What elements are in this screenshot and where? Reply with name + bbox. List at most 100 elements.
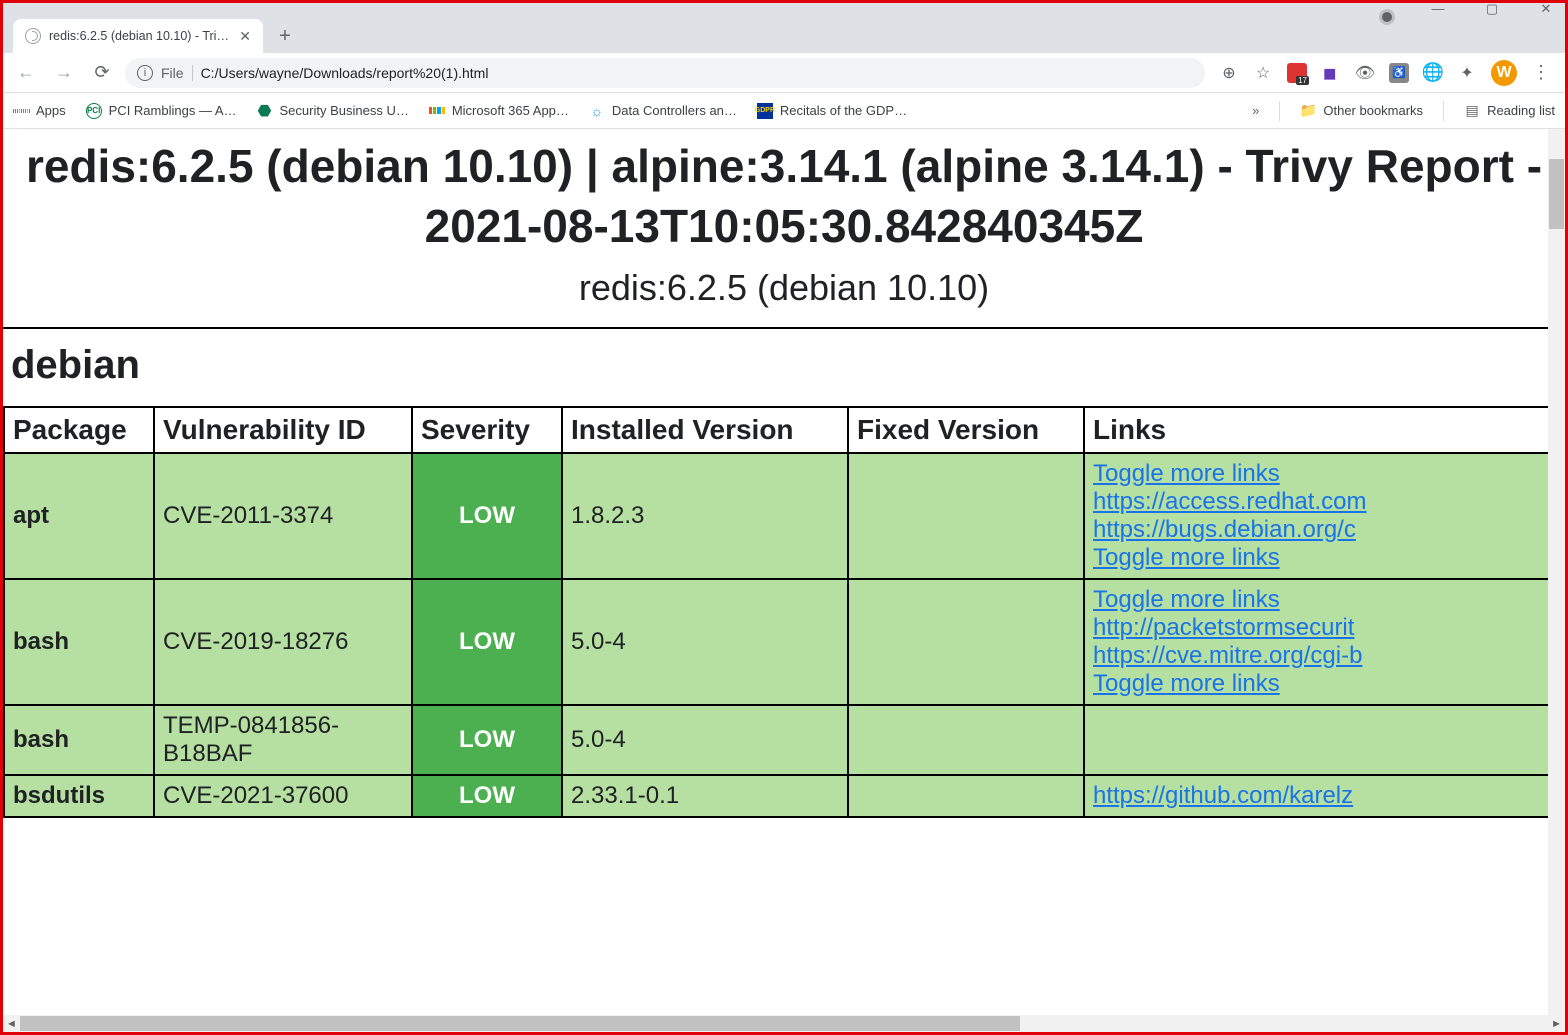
other-bookmarks-label: Other bookmarks bbox=[1323, 103, 1423, 118]
omnibox-separator bbox=[192, 65, 193, 81]
cell-links: https://github.com/karelz bbox=[1084, 775, 1564, 817]
col-vulnerability-id: Vulnerability ID bbox=[154, 407, 412, 453]
bookmark-item-data-controllers[interactable]: ☼ Data Controllers an… bbox=[589, 103, 737, 119]
cell-package: bash bbox=[4, 579, 154, 705]
vuln-link[interactable]: https://bugs.debian.org/c bbox=[1093, 516, 1555, 544]
vuln-link[interactable]: http://packetstormsecurit bbox=[1093, 614, 1555, 642]
bookmark-label: Recitals of the GDP… bbox=[780, 103, 907, 118]
eu-flag-icon: GDPR bbox=[757, 103, 773, 119]
table-row: aptCVE-2011-3374LOW1.8.2.3Toggle more li… bbox=[4, 453, 1564, 579]
reload-button[interactable]: ⟳ bbox=[87, 62, 117, 83]
col-links: Links bbox=[1084, 407, 1564, 453]
microsoft-icon bbox=[429, 103, 445, 119]
address-bar[interactable]: i File C:/Users/wayne/Downloads/report%2… bbox=[125, 58, 1205, 88]
col-fixed-version: Fixed Version bbox=[848, 407, 1084, 453]
forward-button[interactable]: → bbox=[49, 62, 79, 83]
extension-globe-icon[interactable]: 🌐 bbox=[1423, 63, 1443, 83]
reading-list-label: Reading list bbox=[1487, 103, 1555, 118]
bookmark-label: Security Business U… bbox=[280, 103, 409, 118]
cell-vulnerability-id: CVE-2021-37600 bbox=[154, 775, 412, 817]
cell-package: apt bbox=[4, 453, 154, 579]
cell-vulnerability-id: CVE-2019-18276 bbox=[154, 579, 412, 705]
vuln-link[interactable]: Toggle more links bbox=[1093, 544, 1555, 572]
extensions-button[interactable]: ✦ bbox=[1457, 63, 1477, 83]
scroll-right-arrow[interactable]: ► bbox=[1548, 1018, 1565, 1030]
reading-list-button[interactable]: ▤ Reading list bbox=[1464, 103, 1555, 119]
extension-teams-icon[interactable] bbox=[1287, 63, 1307, 83]
vuln-link[interactable]: https://cve.mitre.org/cgi-b bbox=[1093, 642, 1555, 670]
url-path: C:/Users/wayne/Downloads/report%20(1).ht… bbox=[201, 65, 489, 81]
bookmark-item-m365[interactable]: Microsoft 365 App… bbox=[429, 103, 569, 119]
cell-fixed-version bbox=[848, 705, 1084, 775]
col-installed-version: Installed Version bbox=[562, 407, 848, 453]
cell-package: bash bbox=[4, 705, 154, 775]
table-row: bsdutilsCVE-2021-37600LOW2.33.1-0.1https… bbox=[4, 775, 1564, 817]
cell-links bbox=[1084, 705, 1564, 775]
cell-severity: LOW bbox=[412, 705, 562, 775]
bookmark-label: PCI Ramblings — A… bbox=[109, 103, 237, 118]
back-button[interactable]: ← bbox=[11, 62, 41, 83]
vuln-link[interactable]: Toggle more links bbox=[1093, 670, 1555, 698]
horizontal-scrollbar[interactable]: ◄ ► bbox=[3, 1015, 1565, 1032]
zoom-icon[interactable]: ⊕ bbox=[1219, 63, 1239, 83]
vertical-scroll-thumb[interactable] bbox=[1549, 159, 1564, 229]
report-main-title: redis:6.2.5 (debian 10.10) | alpine:3.14… bbox=[3, 129, 1565, 263]
bookmarks-divider bbox=[1443, 101, 1444, 121]
cell-fixed-version bbox=[848, 775, 1084, 817]
horizontal-scroll-thumb[interactable] bbox=[20, 1016, 1020, 1031]
bookmark-item-gdpr[interactable]: GDPR Recitals of the GDP… bbox=[757, 103, 907, 119]
table-row: bashTEMP-0841856-B18BAFLOW5.0-4 bbox=[4, 705, 1564, 775]
tab-close-button[interactable]: ✕ bbox=[239, 28, 251, 45]
profile-avatar[interactable]: W bbox=[1491, 60, 1517, 86]
apps-grid-icon bbox=[13, 103, 29, 119]
bookmark-label: Data Controllers an… bbox=[612, 103, 737, 118]
reading-list-icon: ▤ bbox=[1464, 103, 1480, 119]
vertical-scrollbar[interactable] bbox=[1548, 129, 1565, 1015]
url-scheme-label: File bbox=[161, 65, 184, 81]
extension-eye-icon[interactable]: 👁 bbox=[1355, 63, 1375, 83]
apps-label: Apps bbox=[36, 103, 66, 118]
vuln-link[interactable]: Toggle more links bbox=[1093, 586, 1555, 614]
bookmarks-bar: Apps PCI PCI Ramblings — A… ⬣ Security B… bbox=[3, 93, 1565, 129]
new-tab-button[interactable]: + bbox=[271, 22, 299, 50]
titlebar: ― ▢ ✕ bbox=[3, 3, 1565, 13]
folder-icon: 📁 bbox=[1300, 103, 1316, 119]
toolbar: ← → ⟳ i File C:/Users/wayne/Downloads/re… bbox=[3, 53, 1565, 93]
scroll-left-arrow[interactable]: ◄ bbox=[3, 1018, 20, 1030]
globe-favicon-icon bbox=[25, 28, 41, 44]
cell-vulnerability-id: TEMP-0841856-B18BAF bbox=[154, 705, 412, 775]
cell-installed-version: 2.33.1-0.1 bbox=[562, 775, 848, 817]
tab-title: redis:6.2.5 (debian 10.10) - Trivy R bbox=[49, 29, 231, 43]
apps-shortcut[interactable]: Apps bbox=[13, 103, 66, 119]
col-severity: Severity bbox=[412, 407, 562, 453]
site-info-icon[interactable]: i bbox=[137, 65, 153, 81]
cell-links: Toggle more linkshttps://access.redhat.c… bbox=[1084, 453, 1564, 579]
extension-diamond-icon[interactable]: ◆ bbox=[1317, 58, 1345, 86]
vulnerability-table: Package Vulnerability ID Severity Instal… bbox=[3, 406, 1565, 818]
browser-tab[interactable]: redis:6.2.5 (debian 10.10) - Trivy R ✕ bbox=[13, 19, 263, 53]
bookmark-label: Microsoft 365 App… bbox=[452, 103, 569, 118]
bookmarks-overflow-button[interactable]: » bbox=[1252, 103, 1259, 118]
sun-icon: ☼ bbox=[589, 103, 605, 119]
kebab-menu-button[interactable]: ⋮ bbox=[1531, 63, 1551, 83]
vuln-link[interactable]: https://access.redhat.com bbox=[1093, 488, 1555, 516]
tabstrip: redis:6.2.5 (debian 10.10) - Trivy R ✕ + bbox=[3, 13, 1565, 53]
other-bookmarks-button[interactable]: 📁 Other bookmarks bbox=[1300, 103, 1423, 119]
toolbar-right-icons: ⊕ ☆ ◆ 👁 ♿ 🌐 ✦ W ⋮ bbox=[1213, 60, 1557, 86]
vuln-link[interactable]: https://github.com/karelz bbox=[1093, 782, 1555, 810]
bookmarks-divider bbox=[1279, 101, 1280, 121]
table-header-row: Package Vulnerability ID Severity Instal… bbox=[4, 407, 1564, 453]
cell-vulnerability-id: CVE-2011-3374 bbox=[154, 453, 412, 579]
table-row: bashCVE-2019-18276LOW5.0-4Toggle more li… bbox=[4, 579, 1564, 705]
sharepoint-icon: ⬣ bbox=[257, 103, 273, 119]
pci-icon: PCI bbox=[86, 103, 102, 119]
cell-severity: LOW bbox=[412, 579, 562, 705]
cell-package: bsdutils bbox=[4, 775, 154, 817]
browser-chrome: ― ▢ ✕ redis:6.2.5 (debian 10.10) - Trivy… bbox=[3, 3, 1565, 129]
star-icon[interactable]: ☆ bbox=[1253, 63, 1273, 83]
bookmark-item-pci[interactable]: PCI PCI Ramblings — A… bbox=[86, 103, 237, 119]
bookmark-item-security[interactable]: ⬣ Security Business U… bbox=[257, 103, 409, 119]
extension-accessibility-icon[interactable]: ♿ bbox=[1389, 63, 1409, 83]
cell-fixed-version bbox=[848, 453, 1084, 579]
vuln-link[interactable]: Toggle more links bbox=[1093, 460, 1555, 488]
